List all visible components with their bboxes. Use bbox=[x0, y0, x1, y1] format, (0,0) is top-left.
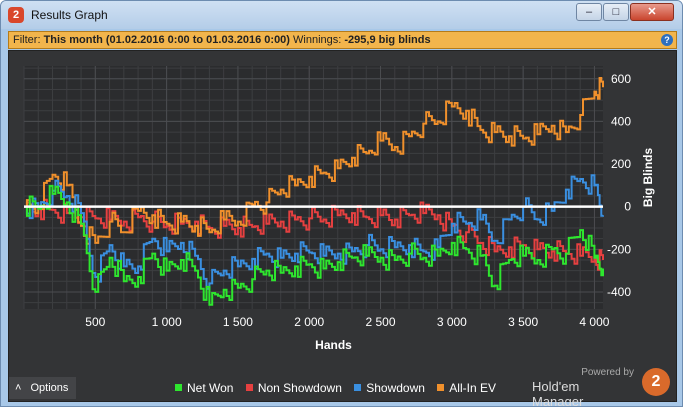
x-tick-label: 3 000 bbox=[437, 315, 467, 329]
maximize-button[interactable]: □ bbox=[603, 3, 629, 21]
brand-name: Hold'em Manager bbox=[532, 379, 584, 407]
filter-period: This month (01.02.2016 0:00 to 01.03.201… bbox=[43, 34, 290, 46]
legend-swatch bbox=[245, 384, 253, 391]
y-tick-label: 400 bbox=[611, 114, 631, 128]
holdem-manager-logo-icon: 2 bbox=[642, 368, 670, 396]
x-tick-label: 1 000 bbox=[152, 315, 182, 329]
legend-item-showdown[interactable]: Showdown bbox=[354, 381, 425, 395]
close-button[interactable]: ✕ bbox=[630, 3, 674, 21]
y-tick-label: 600 bbox=[611, 72, 631, 86]
x-axis-title: Hands bbox=[315, 338, 352, 352]
graph-panel: 500 1 000 1 500 2 000 2 500 3 000 3 500 4 000 60… bbox=[8, 50, 677, 406]
y-tick-label: -400 bbox=[607, 285, 631, 299]
chevron-up-icon: ˄ bbox=[15, 382, 22, 394]
legend-item-net-won[interactable]: Net Won bbox=[175, 381, 233, 395]
options-label: Options bbox=[30, 382, 69, 394]
app-logo-icon: 2 bbox=[8, 7, 24, 23]
powered-by-text: Powered by bbox=[581, 367, 634, 378]
x-tick-label: 2 000 bbox=[294, 315, 324, 329]
x-tick-label: 2 500 bbox=[366, 315, 396, 329]
filter-bar: Filter: This month (01.02.2016 0:00 to 0… bbox=[8, 31, 677, 49]
window-title: Results Graph bbox=[31, 8, 108, 22]
legend-swatch bbox=[175, 384, 182, 391]
x-tick-label: 4 000 bbox=[579, 315, 609, 329]
y-tick-label: -200 bbox=[607, 242, 631, 256]
x-tick-label: 500 bbox=[85, 315, 105, 329]
x-tick-label: 3 500 bbox=[508, 315, 538, 329]
options-button[interactable]: ˄ Options bbox=[9, 377, 76, 399]
title-bar[interactable]: 2 Results Graph – □ ✕ bbox=[1, 1, 682, 29]
legend-swatch bbox=[437, 384, 445, 391]
results-graph-window: 2 Results Graph – □ ✕ Filter: This month… bbox=[0, 0, 683, 407]
winnings-value: -295,9 big blinds bbox=[344, 34, 431, 46]
filter-label: Filter: bbox=[13, 34, 41, 46]
help-icon[interactable]: ? bbox=[661, 34, 673, 46]
chart-legend: Net Won Non Showdown Showdown All-In EV bbox=[175, 381, 505, 395]
legend-swatch bbox=[354, 384, 362, 391]
y-axis-title: Big Blinds bbox=[641, 148, 655, 208]
y-tick-label: 0 bbox=[624, 200, 631, 214]
legend-label: All-In EV bbox=[449, 381, 496, 395]
y-tick-label: 200 bbox=[611, 157, 631, 171]
winnings-label: Winnings: bbox=[293, 34, 342, 46]
legend-label: Showdown bbox=[366, 381, 425, 395]
results-chart: 500 1 000 1 500 2 000 2 500 3 000 3 500 4 000 60… bbox=[23, 66, 655, 352]
legend-item-non-showdown[interactable]: Non Showdown bbox=[245, 381, 342, 395]
x-tick-label: 1 500 bbox=[223, 315, 253, 329]
brand-badge: Powered by Hold'em Manager 2 bbox=[532, 365, 672, 406]
minimize-button[interactable]: – bbox=[576, 3, 602, 21]
legend-label: Net Won bbox=[187, 381, 234, 395]
legend-item-all-in-ev[interactable]: All-In EV bbox=[437, 381, 496, 395]
legend-label: Non Showdown bbox=[257, 381, 342, 395]
